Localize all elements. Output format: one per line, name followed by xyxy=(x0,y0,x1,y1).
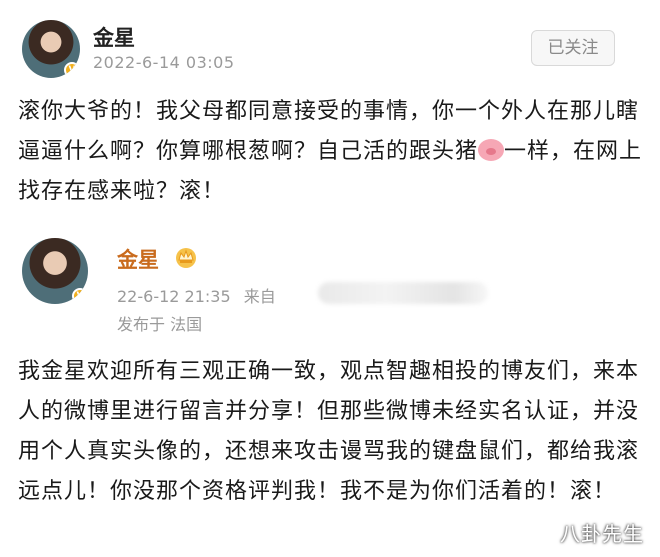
post-body: 我金星欢迎所有三观正确一致，观点智趣相投的博友们，来本人的微博里进行留言并分享！… xyxy=(18,359,640,504)
avatar[interactable]: V xyxy=(22,20,80,78)
redacted-source xyxy=(318,282,488,304)
weibo-post-original: V 金星 22-6-12 21:35 来自 发布于 法国 我金星欢迎所有三观正确… xyxy=(0,228,660,557)
verified-badge-icon: V xyxy=(64,62,80,78)
source-prefix: 来自 xyxy=(243,287,276,306)
avatar[interactable]: V xyxy=(22,238,88,304)
weibo-post-reply: V 金星 2022-6-14 03:05 已关注 滚你大爷的！我父母都同意接受的… xyxy=(0,0,660,228)
follow-button[interactable]: 已关注 xyxy=(531,30,615,66)
crown-icon xyxy=(176,248,196,268)
timestamp-text: 22-6-12 21:35 xyxy=(117,287,231,306)
verified-badge-icon: V xyxy=(72,288,88,304)
post-timestamp: 2022-6-14 03:05 xyxy=(93,53,235,72)
author-name[interactable]: 金星 xyxy=(93,22,135,52)
pig-face-icon xyxy=(478,139,505,161)
post-timestamp: 22-6-12 21:35 来自 xyxy=(117,283,276,307)
post-location: 发布于 法国 xyxy=(117,315,203,334)
author-name[interactable]: 金星 xyxy=(117,244,159,274)
watermark: 八卦先生 xyxy=(560,522,644,546)
post-body: 滚你大爷的！我父母都同意接受的事情，你一个外人在那儿瞎逼逼什么啊？你算哪根葱啊？… xyxy=(18,92,648,212)
